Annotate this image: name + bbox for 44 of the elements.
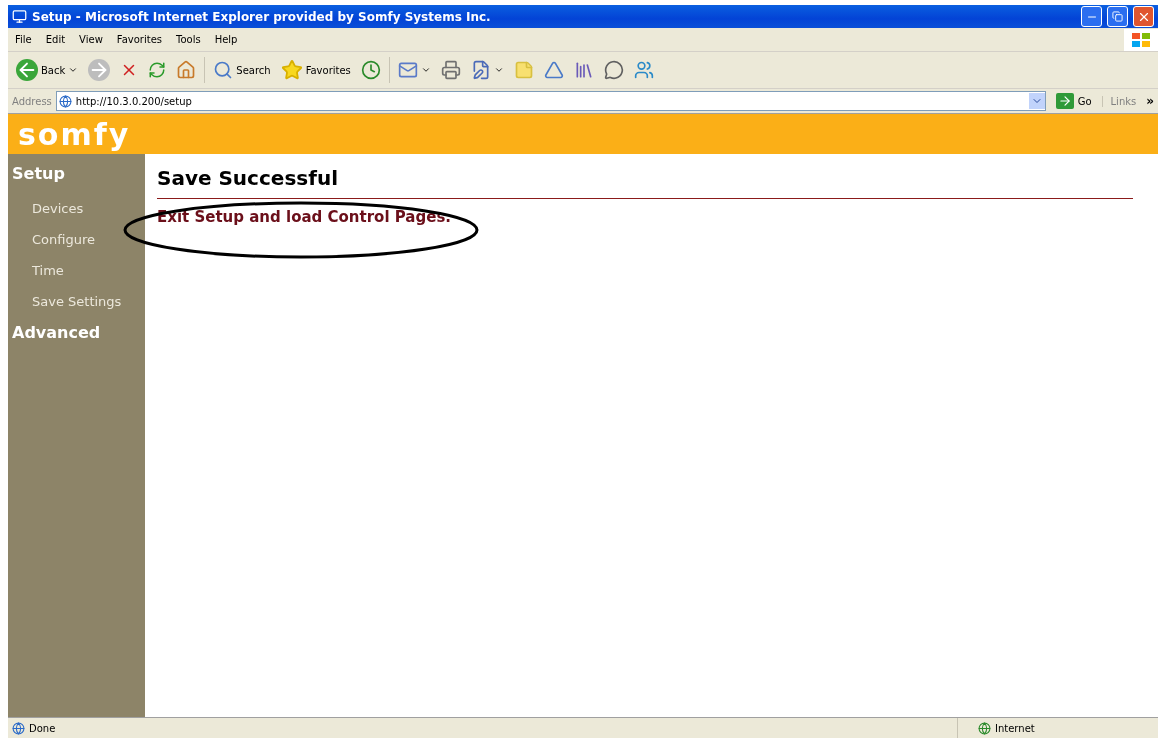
favorites-button[interactable]: Favorites bbox=[278, 57, 353, 83]
people-icon bbox=[633, 60, 654, 80]
menu-item[interactable]: Tools bbox=[169, 34, 208, 45]
mail-icon bbox=[397, 60, 418, 80]
speech-bubble-icon bbox=[603, 60, 624, 80]
browser-icon bbox=[12, 9, 27, 24]
status-text: Done bbox=[29, 722, 56, 734]
refresh-icon bbox=[148, 61, 167, 79]
dropdown-button[interactable] bbox=[1028, 93, 1045, 109]
menu-item[interactable]: Edit bbox=[38, 34, 73, 45]
close-button[interactable] bbox=[1133, 6, 1154, 27]
caret-icon bbox=[493, 65, 504, 75]
menu-item[interactable]: Favorites bbox=[109, 34, 169, 45]
menu-item[interactable]: Help bbox=[207, 34, 245, 45]
home-icon bbox=[176, 60, 197, 80]
sidebar-heading[interactable]: Advanced bbox=[8, 317, 145, 352]
caret-icon bbox=[68, 65, 79, 75]
address-field[interactable]: http://10.3.0.200/setup bbox=[55, 91, 1046, 111]
globe-icon bbox=[978, 721, 991, 735]
triangle-icon bbox=[543, 60, 564, 80]
page-heading: Save Successful bbox=[157, 166, 1133, 199]
search-button[interactable]: Search bbox=[211, 58, 273, 82]
back-button[interactable]: Back bbox=[14, 57, 81, 83]
page-icon bbox=[12, 721, 25, 735]
address-label: Address bbox=[12, 95, 52, 107]
clock-icon bbox=[360, 60, 381, 80]
logo: somfy bbox=[18, 116, 131, 152]
star-icon bbox=[280, 59, 303, 81]
printer-icon bbox=[440, 60, 461, 80]
minimize-button[interactable] bbox=[1081, 6, 1102, 27]
restore-button[interactable] bbox=[1107, 6, 1128, 27]
window-title: Setup - Microsoft Internet Explorer provided by Somfy Systems Inc. bbox=[32, 9, 492, 24]
caret-icon bbox=[420, 65, 431, 75]
more-links-button[interactable]: » bbox=[1146, 94, 1154, 108]
sidebar-heading[interactable]: Setup bbox=[8, 158, 145, 193]
windows-flag-icon bbox=[1124, 28, 1158, 51]
zone-text: Internet bbox=[995, 722, 1035, 734]
page-icon bbox=[58, 94, 72, 108]
menu-item[interactable]: File bbox=[8, 34, 39, 45]
note-icon bbox=[513, 60, 534, 80]
go-button[interactable]: Go bbox=[1049, 93, 1098, 109]
search-icon bbox=[213, 60, 234, 80]
menu-item[interactable]: View bbox=[72, 34, 110, 45]
restore-icon bbox=[1112, 11, 1123, 22]
